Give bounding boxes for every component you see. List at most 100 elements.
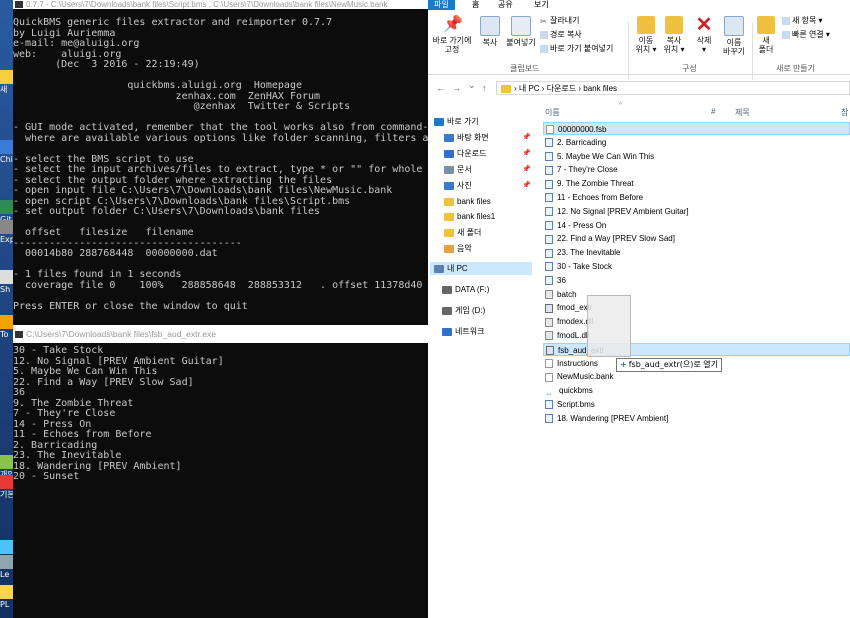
file-row[interactable]: 36: [543, 274, 850, 287]
console-line: 20 - Sunset: [13, 471, 80, 482]
shortcut-icon: [0, 270, 14, 284]
file-row[interactable]: 14 - Press On: [543, 219, 850, 232]
shortcut-icon: [0, 585, 14, 599]
sidebar-item[interactable]: bank files1: [428, 210, 530, 223]
quickbms-console-window[interactable]: 0.7.7 - C:\Users\7\Downloads\bank files\…: [13, 0, 428, 330]
sidebar-item[interactable]: 사진 📌: [428, 179, 531, 192]
copy-path-button[interactable]: 경로 복사: [540, 30, 582, 40]
console-line: - GUI mode activated, remember that the …: [13, 122, 428, 133]
pin-quick-label: 바로 가기에 고정: [432, 36, 472, 54]
sidebar-item-label: 내 PC: [447, 264, 468, 273]
file-name: 9. The Zombie Threat: [557, 179, 634, 189]
file-name: 2. Barricading: [557, 137, 607, 147]
sidebar-item[interactable]: DATA (F:): [428, 283, 530, 296]
column-extra[interactable]: 참: [841, 107, 848, 118]
recent-locations-icon[interactable]: ⌄: [468, 80, 476, 91]
file-row[interactable]: 22. Find a Way [PREV Slow Sad]: [543, 232, 850, 245]
cut-button[interactable]: ✂ 잘라내기: [540, 16, 579, 26]
sidebar-item[interactable]: 바로 가기: [428, 115, 530, 128]
sidebar-item-label: bank files: [457, 197, 491, 206]
copy-to-label: 복사 위치 ▾: [663, 36, 685, 54]
file-explorer-window[interactable]: 파일 홈 공유 보기 📌 바로 가기에 고정 복사 붙여넣기 ✂ 잘라내기 경로 …: [428, 0, 850, 618]
pin-quick-access-button[interactable]: 📌 바로 가기에 고정: [430, 16, 474, 54]
file-name: 36: [557, 275, 566, 285]
document-file-icon: [545, 372, 553, 382]
tab-file[interactable]: 파일: [428, 0, 455, 10]
shortcut-icon: [0, 555, 14, 569]
file-row[interactable]: 5. Maybe We Can Win This: [543, 150, 850, 163]
file-row[interactable]: 12. No Signal [PREV Ambient Guitar]: [543, 205, 850, 218]
console-line: - select the input archives/files to ext…: [13, 164, 423, 175]
pc-icon: [434, 264, 444, 273]
paste-shortcut-button[interactable]: 바로 가기 붙여넣기: [540, 44, 613, 54]
file-row[interactable]: 11 - Echoes from Before: [543, 191, 850, 204]
audio-file-icon: [545, 248, 553, 258]
paste-label: 붙여넣기: [506, 38, 536, 47]
file-row[interactable]: 9. The Zombie Threat: [543, 177, 850, 190]
address-bar[interactable]: › 내 PC › 다운로드 › bank files: [496, 81, 850, 95]
forward-arrow-icon[interactable]: →: [452, 83, 461, 93]
move-to-button[interactable]: 이동 위치 ▾: [632, 16, 660, 54]
new-item-icon: [782, 16, 790, 25]
new-item-button[interactable]: 새 항목 ▾: [782, 16, 823, 26]
easy-access-button[interactable]: 빠른 연결 ▾: [782, 30, 830, 40]
file-row[interactable]: 18. Wandering [PREV Ambient]: [543, 412, 850, 425]
sidebar-item[interactable]: 네트워크: [428, 325, 530, 338]
fsb-extractor-console-window[interactable]: C:\Users\7\Downloads\bank files\fsb_aud_…: [13, 325, 428, 618]
delete-x-icon: ✕: [695, 14, 713, 36]
file-name: 22. Find a Way [PREV Slow Sad]: [557, 234, 675, 244]
tab-view[interactable]: 보기: [534, 0, 549, 10]
file-row[interactable]: 7 - They're Close: [543, 163, 850, 176]
console-line: - open input file C:\Users\7\Downloads\b…: [13, 185, 393, 196]
console-line: @zenhax Twitter & Scripts: [13, 101, 351, 112]
sidebar-item[interactable]: 새 폴더: [428, 226, 530, 239]
console-line: e-mail: me@aluigi.org: [13, 38, 140, 49]
rename-button[interactable]: 이름 바꾸기: [720, 16, 748, 56]
file-row[interactable]: NewMusic.bank: [543, 370, 850, 383]
back-arrow-icon[interactable]: ←: [436, 83, 445, 93]
sidebar-item-label: 바로 가기: [447, 117, 479, 126]
document-file-icon: [545, 358, 553, 368]
sidebar-item[interactable]: 문서 📌: [428, 163, 531, 176]
group-new-label: 새로 만들기: [776, 64, 816, 73]
copy-button[interactable]: 복사: [478, 16, 502, 47]
file-name: 00000000.fsb: [558, 125, 607, 134]
folder-icon: [444, 228, 454, 237]
folder-icon: [444, 212, 454, 221]
file-row[interactable]: 2. Barricading: [543, 136, 850, 149]
ribbon-divider: [752, 22, 753, 80]
settings-file-icon: [545, 289, 553, 299]
sidebar-item[interactable]: 내 PC: [430, 262, 532, 275]
console-titlebar[interactable]: C:\Users\7\Downloads\bank files\fsb_aud_…: [13, 325, 428, 343]
column-title[interactable]: 제목: [735, 107, 750, 118]
file-row[interactable]: 00000000.fsb: [543, 122, 850, 135]
folder-icon: [444, 244, 454, 253]
file-name: Instructions: [557, 358, 598, 368]
file-row[interactable]: Script.bms: [543, 398, 850, 411]
tab-home[interactable]: 홈: [472, 0, 479, 10]
file-row[interactable]: 23. The Inevitable: [543, 246, 850, 259]
file-row[interactable]: ⇔ quickbms: [543, 384, 850, 397]
paste-button[interactable]: 붙여넣기: [504, 16, 538, 47]
console-line: 5. Maybe We Can Win This: [13, 366, 158, 377]
tab-share[interactable]: 공유: [498, 0, 513, 10]
sidebar-item[interactable]: 바탕 화면 📌: [428, 131, 531, 144]
copy-to-button[interactable]: 복사 위치 ▾: [660, 16, 688, 54]
console-titlebar[interactable]: 0.7.7 - C:\Users\7\Downloads\bank files\…: [13, 0, 428, 9]
drive-icon: [442, 285, 452, 294]
delete-button[interactable]: ✕ 삭제 ▾: [690, 14, 718, 54]
sidebar-item[interactable]: bank files: [428, 195, 530, 208]
column-name[interactable]: 이름: [545, 107, 560, 118]
sidebar-item[interactable]: 게임 (D:): [428, 304, 530, 317]
sidebar-item[interactable]: 다운로드 📌: [428, 147, 531, 160]
rename-label: 이름 바꾸기: [722, 38, 746, 56]
new-folder-button[interactable]: 새 폴더: [754, 16, 778, 54]
sidebar-item[interactable]: 음악: [428, 242, 530, 255]
console-line: where are available various options like…: [25, 132, 428, 144]
column-number[interactable]: #: [711, 107, 715, 116]
file-row[interactable]: 30 - Take Stock: [543, 260, 850, 273]
shortcut-icon: [0, 475, 14, 489]
console-line: - 1 files found in 1 seconds: [13, 269, 182, 280]
up-arrow-icon[interactable]: ↑: [482, 83, 487, 93]
